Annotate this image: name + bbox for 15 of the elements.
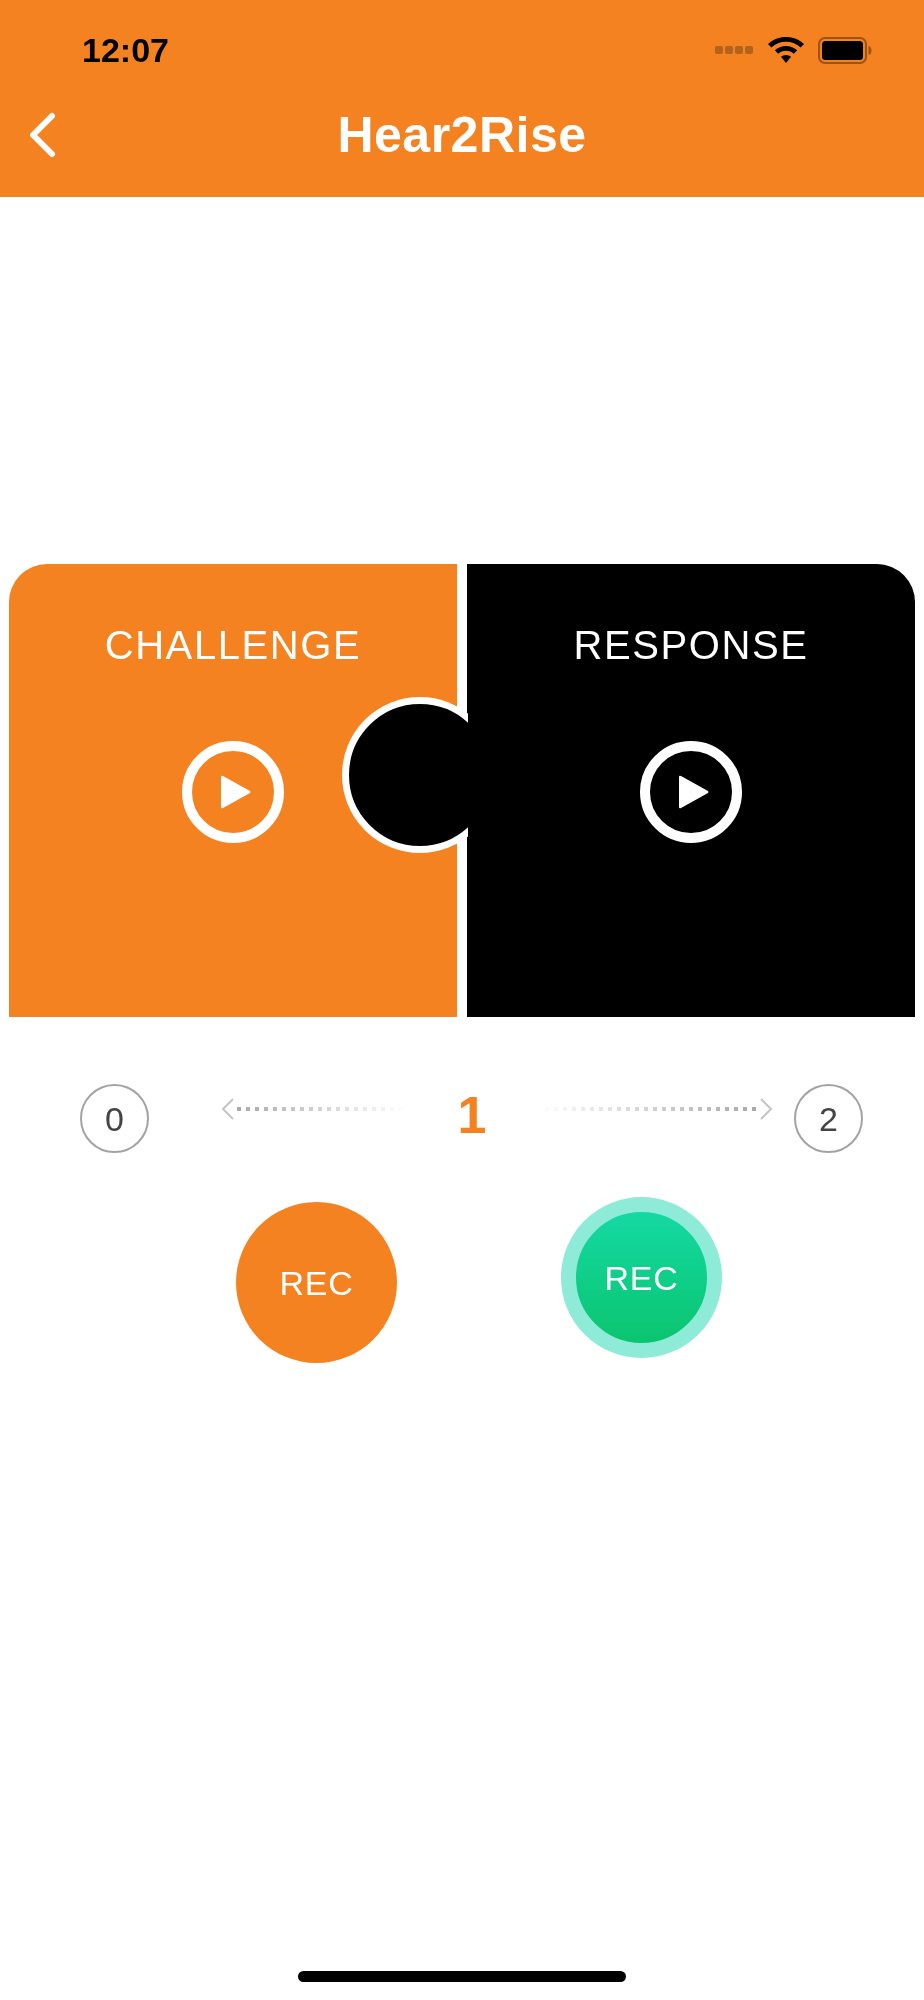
play-button[interactable] — [640, 741, 742, 843]
wifi-icon — [768, 37, 804, 63]
chevron-left-icon — [28, 112, 56, 158]
play-icon — [678, 774, 710, 810]
back-button[interactable] — [28, 112, 56, 158]
app-title: Hear2Rise — [337, 110, 587, 160]
current-step-number: 1 — [457, 1088, 487, 1141]
play-icon — [220, 774, 252, 810]
panel-title: CHALLENGE — [104, 622, 362, 668]
next-step-button[interactable]: 2 — [794, 1084, 863, 1153]
signal-dots-icon — [715, 46, 753, 54]
panel-title: RESPONSE — [573, 622, 809, 668]
battery-icon — [818, 36, 872, 64]
status-time: 12:07 — [82, 33, 169, 67]
previous-step-button[interactable]: 0 — [80, 1084, 149, 1153]
